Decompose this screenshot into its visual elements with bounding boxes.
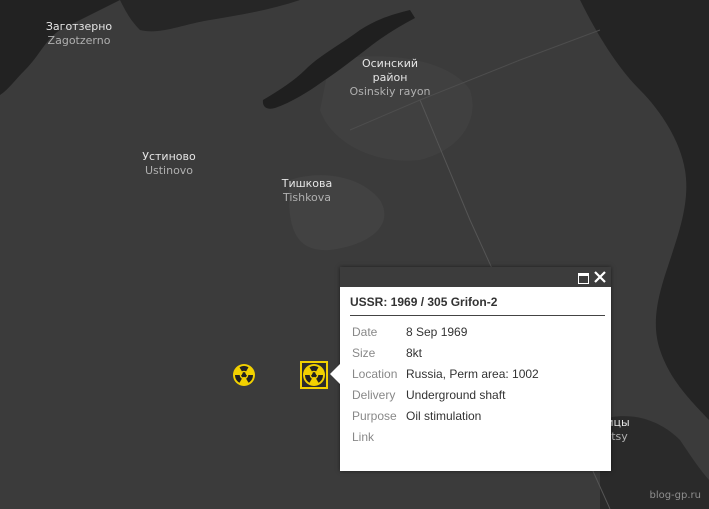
table-row: Link: [350, 426, 539, 447]
close-button[interactable]: [592, 269, 608, 285]
place-name-ru: Устиново: [142, 150, 196, 163]
attribute-table: Date 8 Sep 1969 Size 8kt Location Russia…: [350, 321, 539, 447]
radiation-icon: [233, 364, 255, 386]
place-name-en: Osinskiy rayon: [349, 85, 431, 98]
place-name-ru: Осинский: [361, 57, 419, 70]
popup-title: USSR: 1969 / 305 Grifon-2: [350, 295, 605, 316]
place-name-en: Zagotzerno: [47, 34, 111, 47]
popup-titlebar: [340, 267, 611, 287]
place-label-ustinovo: Устиново Ustinovo: [142, 150, 195, 178]
attribute-key: Location: [352, 366, 398, 381]
place-name-ru: Заготзерно: [45, 20, 113, 33]
table-row: Size 8kt: [350, 342, 539, 363]
attribute-key: Delivery: [352, 387, 396, 402]
attribute-key: Size: [352, 345, 376, 360]
place-label-tishkova: Тишкова Tishkova: [282, 177, 333, 205]
place-name-ru: Тишкова: [281, 177, 333, 190]
table-row: Purpose Oil stimulation: [350, 405, 539, 426]
place-name-ru-line2: район: [372, 71, 408, 84]
table-row: Delivery Underground shaft: [350, 384, 539, 405]
place-label-zagotzerno: Заготзерно Zagotzerno: [46, 20, 112, 48]
place-label-osinskiy: Осинский район Osinskiy rayon: [349, 57, 430, 99]
attribute-key: Date: [352, 324, 378, 339]
table-row: Date 8 Sep 1969: [350, 321, 539, 342]
map-canvas[interactable]: Заготзерно Zagotzerno Осинский район Osi…: [0, 0, 709, 509]
table-row: Location Russia, Perm area: 1002: [350, 363, 539, 384]
attribute-value: 8kt: [406, 345, 423, 360]
maximize-button[interactable]: [575, 269, 591, 285]
place-name-en: Tishkova: [282, 191, 332, 204]
radiation-icon: [303, 364, 325, 386]
info-popup: USSR: 1969 / 305 Grifon-2 Date 8 Sep 196…: [330, 267, 611, 471]
water-body: [120, 0, 300, 32]
place-name-en: Ustinovo: [144, 164, 194, 177]
close-icon: [594, 271, 606, 283]
attribute-value: Oil stimulation: [406, 408, 482, 423]
attribute-value: Russia, Perm area: 1002: [406, 366, 539, 381]
attribute-key: Purpose: [352, 408, 397, 423]
attribute-value: Underground shaft: [406, 387, 506, 402]
popup-content: USSR: 1969 / 305 Grifon-2 Date 8 Sep 196…: [340, 287, 611, 447]
popup-pointer: [330, 364, 340, 384]
attribute-key: Link: [352, 429, 375, 444]
maximize-icon: [578, 273, 589, 284]
radiation-marker-selected[interactable]: [300, 361, 328, 389]
watermark: blog-gp.ru: [649, 490, 701, 501]
attribute-value-link[interactable]: [406, 426, 539, 447]
attribute-value: 8 Sep 1969: [406, 324, 468, 339]
radiation-marker[interactable]: [231, 362, 257, 388]
